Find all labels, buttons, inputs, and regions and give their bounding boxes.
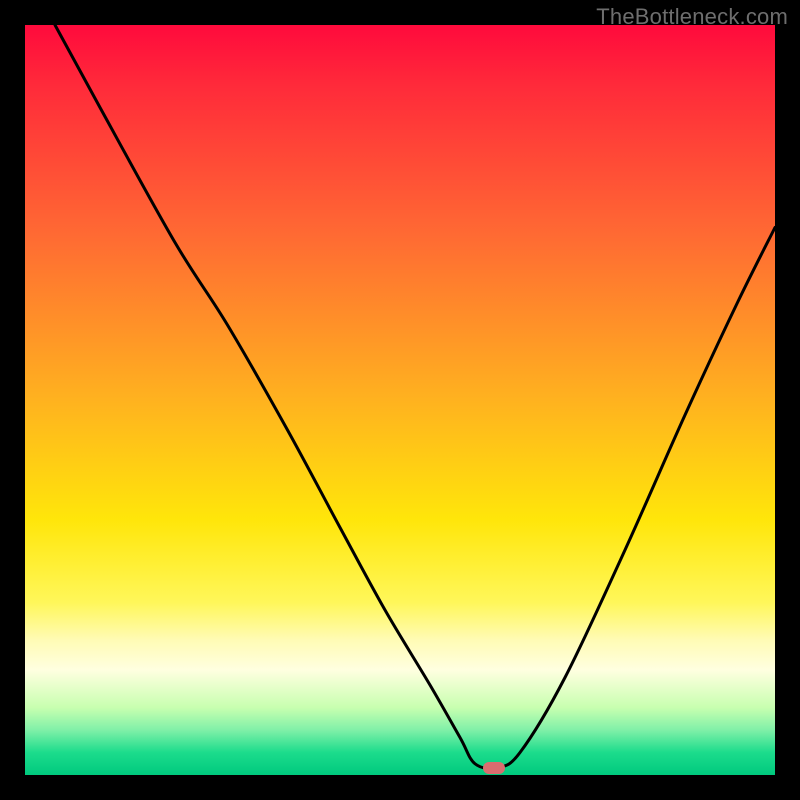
bottleneck-curve [25,25,775,775]
chart-frame: TheBottleneck.com [0,0,800,800]
plot-area [25,25,775,775]
optimal-marker [483,762,505,774]
